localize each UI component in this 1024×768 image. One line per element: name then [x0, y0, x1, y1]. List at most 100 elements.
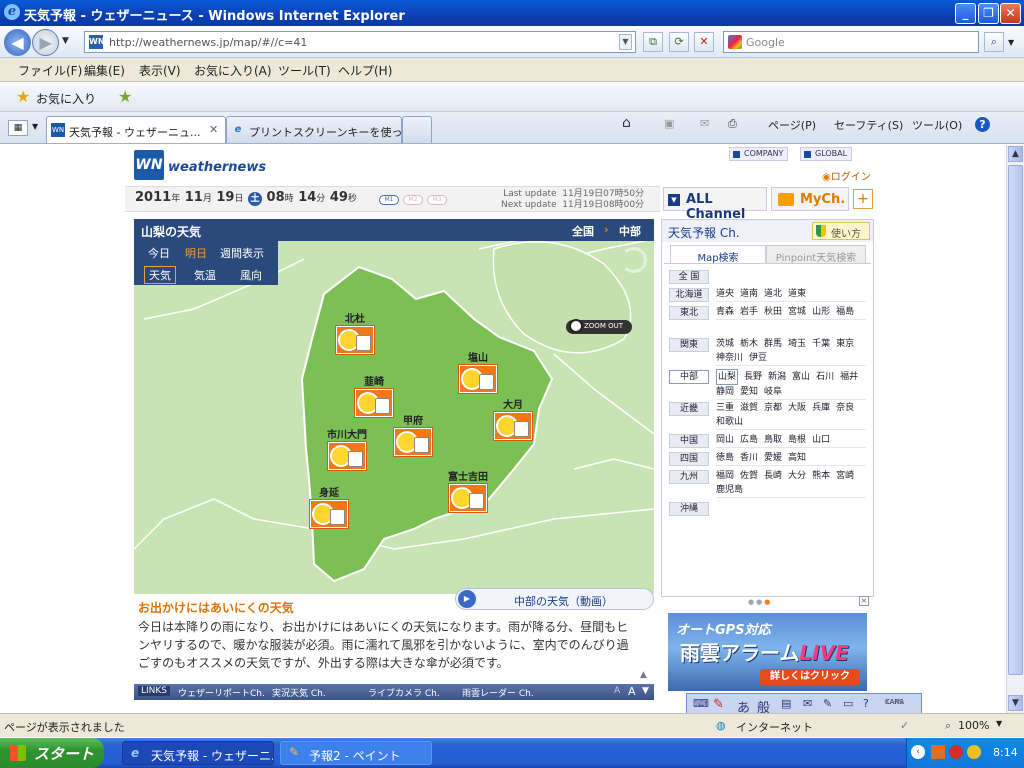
prefecture-link[interactable]: 鳥取	[764, 433, 782, 447]
protected-mode-icon[interactable]: ✓	[900, 719, 909, 732]
company-link[interactable]: COMPANY	[729, 147, 789, 161]
prefecture-link[interactable]: 宮崎	[836, 469, 854, 483]
prefecture-link[interactable]: 徳島	[716, 451, 734, 465]
ime-tool-icon[interactable]: ✉	[803, 697, 812, 710]
link-live-weather[interactable]: 実況天気 Ch.	[272, 686, 326, 699]
prefecture-link[interactable]: 長野	[744, 370, 762, 384]
help-icon[interactable]: ?	[975, 117, 990, 132]
prefecture-link[interactable]: 伊豆	[749, 351, 767, 365]
maximize-button[interactable]: ❐	[978, 3, 999, 24]
weathernews-logo[interactable]: WN	[134, 150, 164, 180]
add-favorite-icon[interactable]: ★	[118, 87, 132, 106]
region-video-button[interactable]: ▶ 中部の天気（動画）	[455, 588, 654, 610]
menu-file[interactable]: ファイル(F)	[18, 62, 82, 79]
usage-button[interactable]: 使い方	[812, 222, 870, 240]
region-5[interactable]: 中国	[669, 434, 709, 448]
prefecture-link[interactable]: 道央	[716, 287, 734, 301]
prefecture-link[interactable]: 鹿児島	[716, 483, 743, 497]
keyboard-icon[interactable]: ⌨	[693, 697, 709, 710]
prefecture-link[interactable]: 高知	[788, 451, 806, 465]
feeds-icon[interactable]: ▣	[664, 117, 674, 130]
zoom-dropdown-icon[interactable]: ▼	[996, 719, 1002, 728]
prefecture-link[interactable]: 広島	[740, 433, 758, 447]
tab-close-icon[interactable]: ✕	[209, 123, 218, 136]
menu-help[interactable]: ヘルプ(H)	[338, 62, 392, 79]
prefecture-link[interactable]: 岡山	[716, 433, 734, 447]
prefecture-link[interactable]: 道東	[788, 287, 806, 301]
ad-cta-button[interactable]: 詳しくはクリック	[760, 669, 860, 685]
tray-security-icon[interactable]	[949, 745, 963, 759]
prefecture-link[interactable]: 滋賀	[740, 401, 758, 415]
mail-icon[interactable]: ✉	[700, 117, 709, 130]
ime-property-icon[interactable]: ✎	[823, 697, 832, 710]
page-menu-button[interactable]: ページ(P)	[768, 117, 816, 133]
mych-button[interactable]: MyCh.	[771, 187, 849, 211]
prefecture-link[interactable]: 岩手	[740, 305, 758, 319]
map-location-nirasaki[interactable]: 韮崎	[354, 373, 394, 417]
zoom-out-button[interactable]: ZOOM OUT	[566, 319, 632, 334]
prefecture-link[interactable]: 栃木	[740, 337, 758, 351]
region-8[interactable]: 沖縄	[669, 502, 709, 516]
nav-all-link[interactable]: 全国	[572, 223, 594, 239]
prefecture-link[interactable]: 山梨	[716, 369, 739, 385]
rain-alarm-ad[interactable]: オートGPS対応 雨雲アラームLIVE 詳しくはクリック	[668, 613, 867, 691]
address-dropdown-icon[interactable]: ▼	[619, 34, 632, 50]
tray-update-icon[interactable]	[967, 745, 981, 759]
prefecture-link[interactable]: 大阪	[788, 401, 806, 415]
map-location-ichikawadaimon[interactable]: 市川大門	[327, 426, 367, 470]
clock[interactable]: 8:14	[993, 746, 1018, 759]
new-tab-button[interactable]	[402, 116, 432, 143]
home-icon[interactable]: ⌂	[622, 115, 631, 131]
prefecture-link[interactable]: 道北	[764, 287, 782, 301]
prefecture-link[interactable]: 秋田	[764, 305, 782, 319]
scroll-up-icon[interactable]: ▲	[1008, 146, 1023, 162]
ime-help-icon[interactable]: ?	[863, 697, 869, 710]
mode-temperature[interactable]: 気温	[194, 267, 216, 283]
font-small-icon[interactable]: A	[614, 686, 620, 696]
tray-expand-icon[interactable]: ‹	[911, 745, 925, 759]
favorites-button[interactable]: お気に入り	[36, 90, 96, 107]
search-input[interactable]: Google	[723, 31, 979, 53]
tab-weathernews[interactable]: WN 天気予報 - ウェザーニュ... ✕	[46, 116, 226, 143]
region-4[interactable]: 近畿	[669, 402, 709, 416]
map-location-hokuto[interactable]: 北杜	[335, 310, 375, 354]
prefecture-link[interactable]: 奈良	[836, 401, 854, 415]
prefecture-link[interactable]: 道南	[740, 287, 758, 301]
mode-pill-m3[interactable]: M3	[427, 195, 447, 205]
prefecture-link[interactable]: 香川	[740, 451, 758, 465]
tab-list-icon[interactable]: ▼	[32, 122, 38, 131]
prefecture-link[interactable]: 福島	[836, 305, 854, 319]
global-link[interactable]: GLOBAL	[800, 147, 853, 161]
carousel-dots[interactable]: ●●●	[748, 598, 772, 606]
prefecture-link[interactable]: 埼玉	[788, 337, 806, 351]
prefecture-link[interactable]: 岐阜	[764, 385, 782, 399]
safety-menu-button[interactable]: セーフティ(S)	[834, 117, 903, 133]
prefecture-link[interactable]: 愛知	[740, 385, 758, 399]
task-paint[interactable]: ✎ 予報2 - ペイント	[280, 741, 432, 765]
prefecture-link[interactable]: 熊本	[812, 469, 830, 483]
refresh-button[interactable]: ⟳	[669, 32, 689, 52]
prefecture-link[interactable]: 群馬	[764, 337, 782, 351]
mode-pill-m1[interactable]: M1	[379, 195, 399, 205]
start-button[interactable]: スタート	[0, 738, 104, 768]
prefecture-link[interactable]: 茨城	[716, 337, 734, 351]
region-6[interactable]: 四国	[669, 452, 709, 466]
menu-view[interactable]: 表示(V)	[139, 62, 181, 79]
ime-pad-icon[interactable]: ▤	[781, 697, 791, 710]
ime-dict-icon[interactable]: ▭	[843, 697, 853, 710]
map-location-enzan[interactable]: 塩山	[458, 349, 498, 393]
prefecture-link[interactable]: 石川	[816, 370, 834, 384]
map-location-minobu[interactable]: 身延	[309, 484, 349, 528]
zoom-level[interactable]: 100%	[958, 719, 989, 732]
tray-app-icon[interactable]	[931, 745, 945, 759]
search-options-icon[interactable]: ▼	[1008, 38, 1014, 47]
prefecture-link[interactable]: 新潟	[768, 370, 786, 384]
window-title-bar[interactable]: e 天気予報 - ウェザーニュース - Windows Internet Exp…	[0, 0, 1024, 26]
region-3[interactable]: 中部	[669, 370, 709, 384]
weathernews-brand[interactable]: weathernews	[168, 160, 266, 175]
tools-menu-button[interactable]: ツール(O)	[912, 117, 962, 133]
map-location-kofu[interactable]: 甲府	[393, 412, 433, 456]
prefecture-link[interactable]: 千葉	[812, 337, 830, 351]
prefecture-link[interactable]: 静岡	[716, 385, 734, 399]
vertical-scrollbar[interactable]: ▲ ▼	[1006, 145, 1024, 713]
